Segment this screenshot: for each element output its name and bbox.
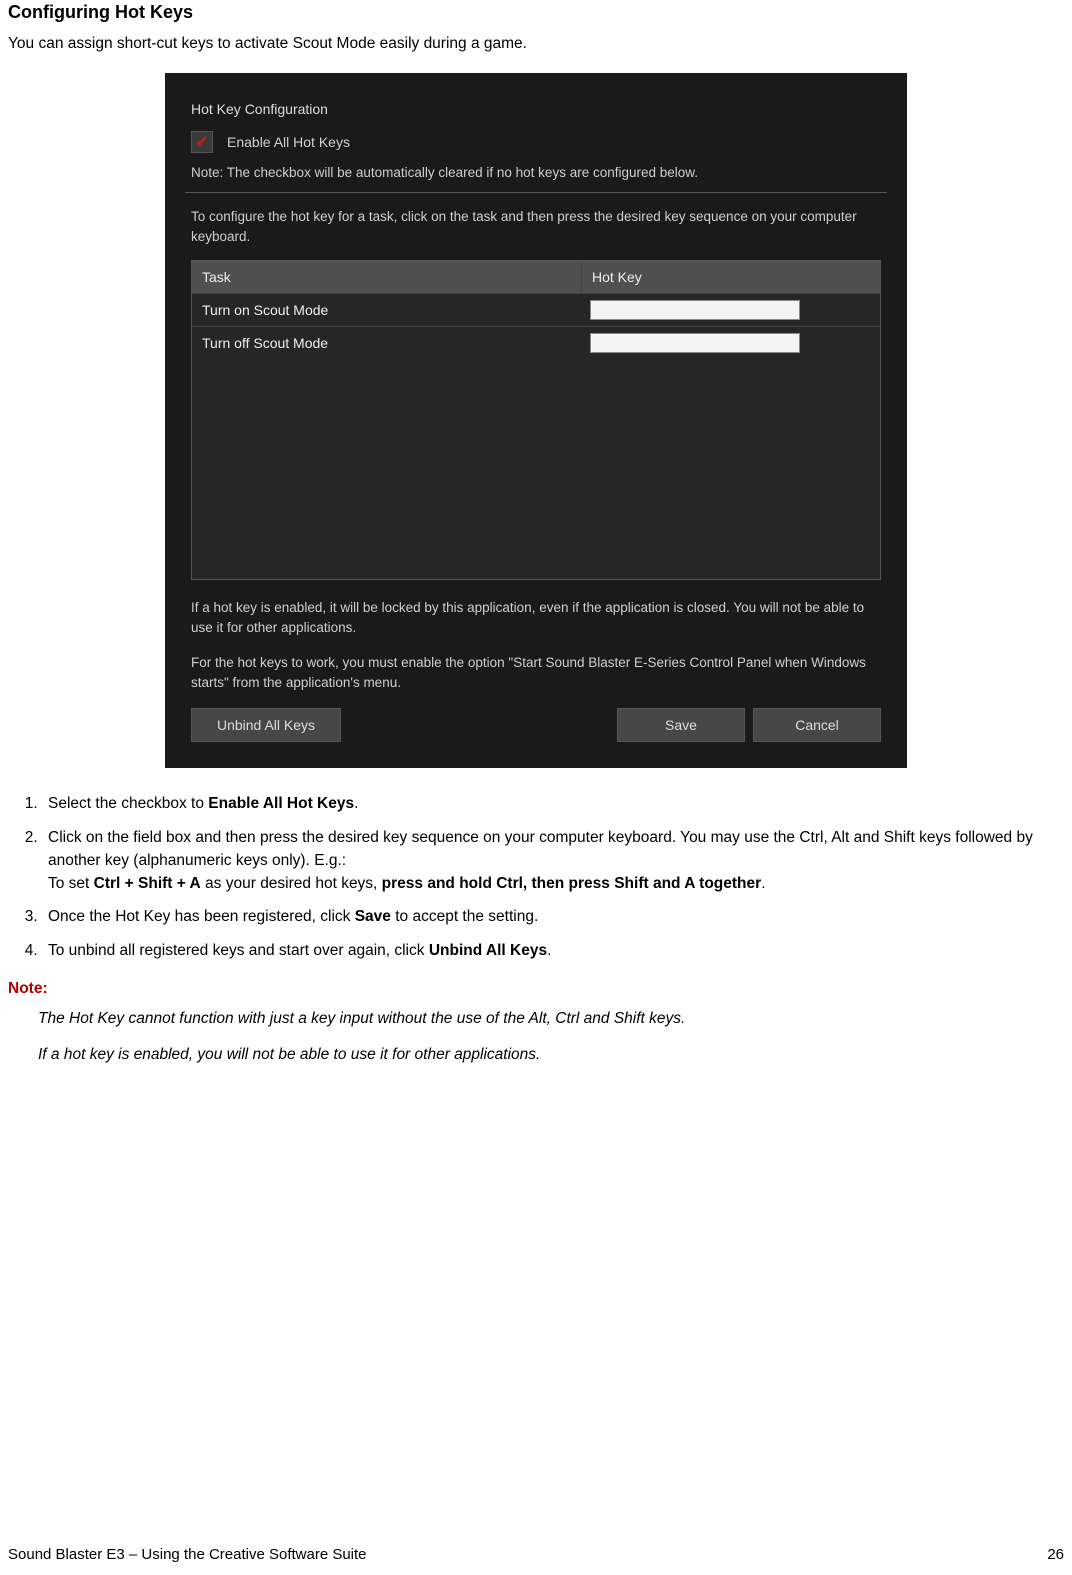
- note-header: Note:: [8, 980, 1064, 998]
- task-cell: Turn off Scout Mode: [192, 327, 582, 359]
- page-number: 26: [1047, 1546, 1064, 1563]
- divider: [185, 192, 887, 193]
- step-1: Select the checkbox to Enable All Hot Ke…: [42, 792, 1064, 815]
- enable-all-label: Enable All Hot Keys: [227, 134, 350, 150]
- unbind-all-button[interactable]: Unbind All Keys: [191, 708, 341, 742]
- page-title: Configuring Hot Keys: [8, 2, 1064, 23]
- dialog-warning-2: For the hot keys to work, you must enabl…: [191, 653, 881, 692]
- cancel-button[interactable]: Cancel: [753, 708, 881, 742]
- note-line-2: If a hot key is enabled, you will not be…: [38, 1044, 1064, 1066]
- hotkey-input[interactable]: [590, 300, 800, 320]
- step-2: Click on the field box and then press th…: [42, 826, 1064, 896]
- check-icon: ✔: [195, 132, 208, 152]
- table-row[interactable]: Turn off Scout Mode: [192, 326, 880, 359]
- hotkey-input[interactable]: [590, 333, 800, 353]
- task-cell: Turn on Scout Mode: [192, 294, 582, 326]
- save-button[interactable]: Save: [617, 708, 745, 742]
- col-task: Task: [192, 261, 582, 293]
- dialog-screenshot: Hot Key Configuration ✔ Enable All Hot K…: [8, 73, 1064, 768]
- table-header-row: Task Hot Key: [192, 261, 880, 293]
- dialog-heading: Hot Key Configuration: [191, 101, 887, 117]
- table-empty-area: [192, 359, 880, 579]
- dialog-note: Note: The checkbox will be automatically…: [191, 165, 887, 180]
- step-3: Once the Hot Key has been registered, cl…: [42, 905, 1064, 928]
- enable-all-checkbox[interactable]: ✔: [191, 131, 213, 153]
- hotkey-config-dialog: Hot Key Configuration ✔ Enable All Hot K…: [165, 73, 907, 768]
- step-4: To unbind all registered keys and start …: [42, 939, 1064, 962]
- note-line-1: The Hot Key cannot function with just a …: [38, 1008, 1064, 1030]
- col-hotkey: Hot Key: [582, 261, 880, 293]
- footer-title: Sound Blaster E3 – Using the Creative So…: [8, 1546, 367, 1563]
- hotkey-table: Task Hot Key Turn on Scout Mode Turn off…: [191, 260, 881, 580]
- dialog-button-row: Unbind All Keys Save Cancel: [191, 708, 881, 742]
- page-footer: Sound Blaster E3 – Using the Creative So…: [8, 1546, 1064, 1563]
- intro-text: You can assign short-cut keys to activat…: [8, 35, 1064, 53]
- dialog-warning-1: If a hot key is enabled, it will be lock…: [191, 598, 881, 637]
- dialog-instructions: To configure the hot key for a task, cli…: [191, 207, 887, 246]
- table-row[interactable]: Turn on Scout Mode: [192, 293, 880, 326]
- instruction-list: Select the checkbox to Enable All Hot Ke…: [16, 792, 1064, 962]
